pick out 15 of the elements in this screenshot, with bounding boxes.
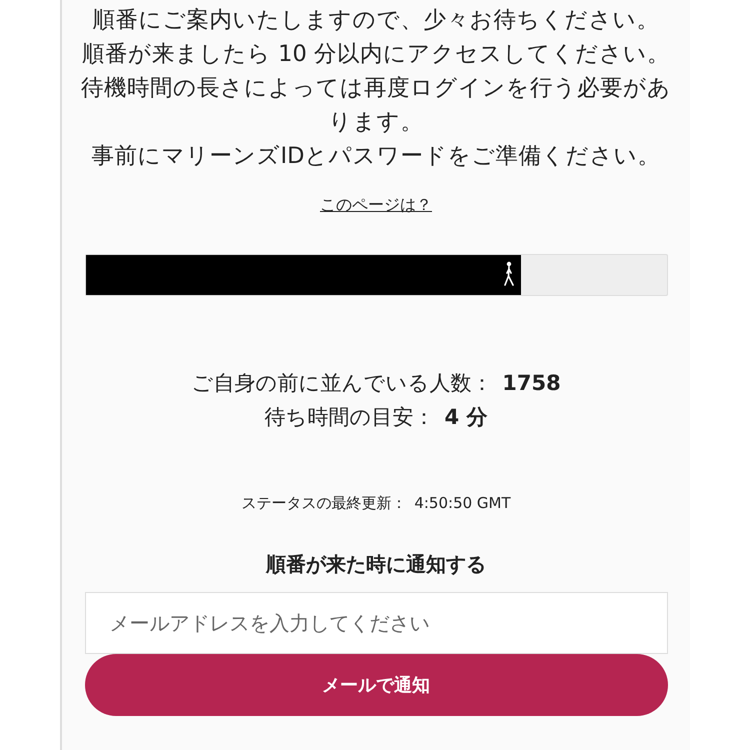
walking-person-icon — [503, 261, 516, 287]
stat-label: ご自身の前に並んでいる人数： — [191, 370, 492, 397]
notice-text: 事前にマリーンズIDとパスワードをご準備ください。 — [90, 142, 662, 171]
status-label: ステータスの最終更新： — [241, 494, 406, 513]
notice-text: 順番が来ましたら 10 分以内にアクセスしてください。 — [81, 40, 671, 69]
notify-heading: 順番が来た時に通知する — [266, 551, 486, 578]
notice-text: 待機時間の長さによっては再度ログインを行う必要があります。 — [80, 74, 672, 137]
email-field[interactable]: メールアドレスを入力してください — [84, 592, 668, 654]
status-time: 4:50:50 GMT — [414, 494, 511, 513]
stat-value: 1758 — [502, 370, 561, 397]
notify-button[interactable]: メールで通知 — [84, 654, 668, 716]
stat-label: 待ち時間の目安： — [264, 404, 435, 431]
stat-value: 4 分 — [444, 404, 488, 431]
notice-text: 順番にご案内いたしますので、少々お待ちください。 — [92, 6, 660, 35]
help-link[interactable]: このページは？ — [320, 195, 432, 216]
